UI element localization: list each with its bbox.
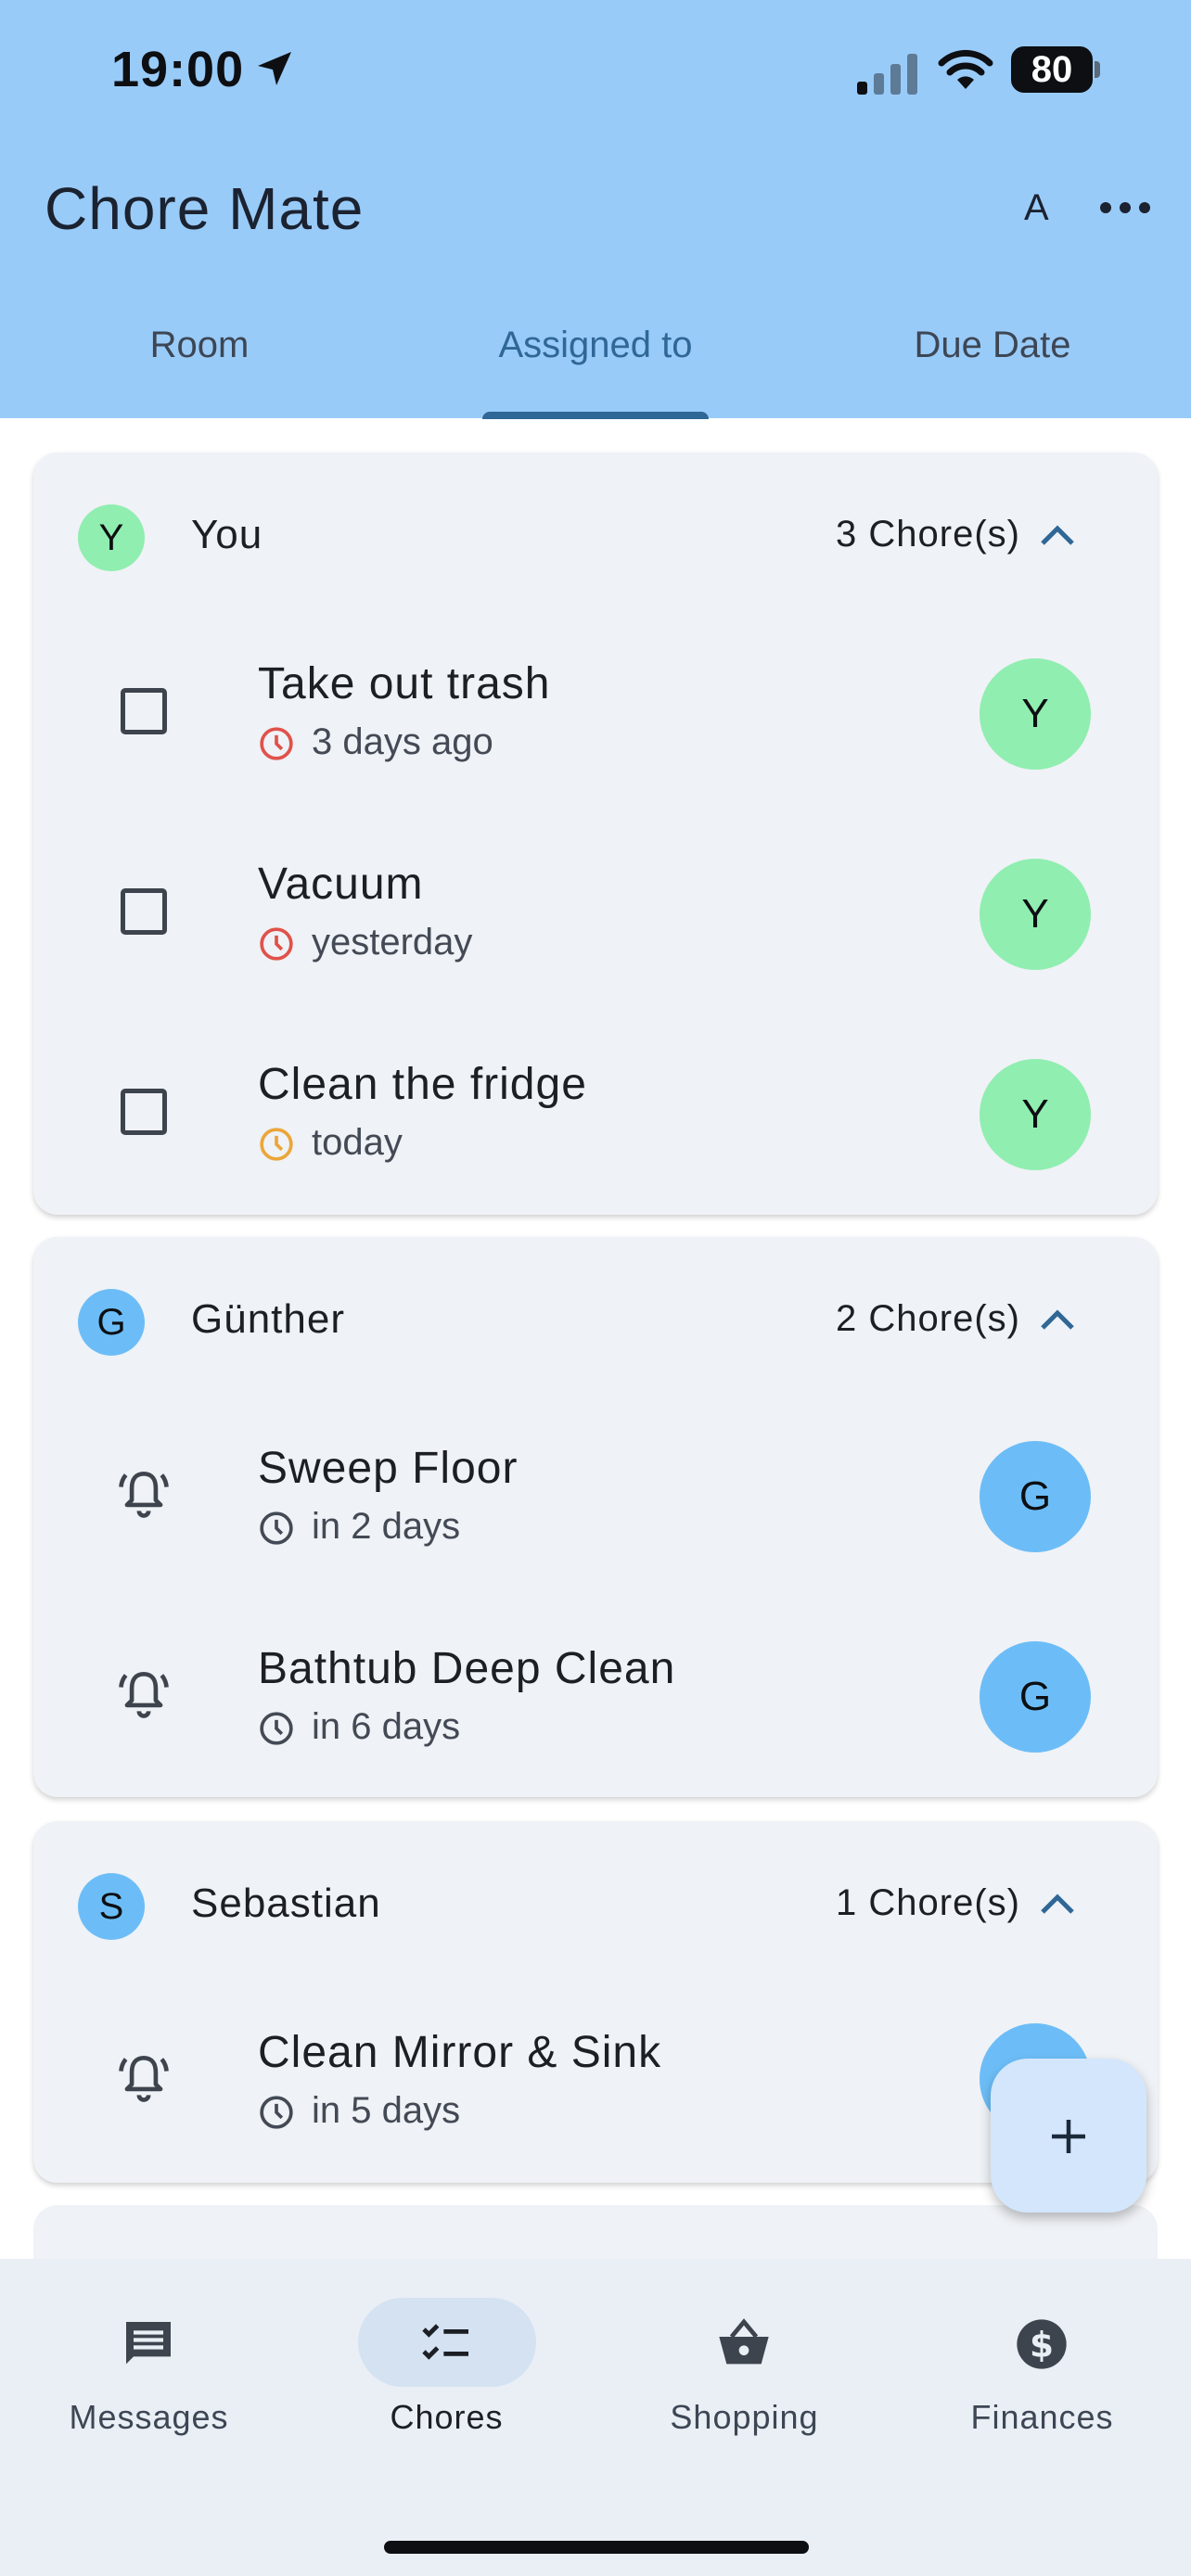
app-bar: 19:00 80 Chore Mate A Room Assigned to D… (0, 0, 1191, 419)
chore-count: 2 Chore(s) (836, 1298, 1020, 1339)
assignee-avatar[interactable]: G (980, 1641, 1091, 1753)
plus-icon (1052, 2120, 1085, 2153)
chore-title: Clean Mirror & Sink (258, 2028, 662, 2077)
clock-icon (260, 1511, 293, 1545)
chores-icon (422, 2324, 468, 2360)
group-avatar: Y (78, 504, 145, 571)
clock-icon (260, 927, 293, 961)
clock-icon (260, 1712, 293, 1745)
basket-icon (719, 2318, 769, 2365)
bell-icon[interactable] (115, 1463, 173, 1523)
battery-level: 80 (1031, 49, 1073, 90)
clock-icon (260, 1128, 293, 1161)
tab-room[interactable]: Room (83, 325, 315, 366)
messages-icon (126, 2322, 171, 2365)
group-card-sebastian: S Sebastian 1 Chore(s) Clean Mirror & Si… (33, 1821, 1158, 2183)
status-bar: 19:00 80 (0, 0, 1191, 139)
bell-icon[interactable] (115, 1664, 173, 1723)
chore-title: Take out trash (258, 659, 551, 708)
wifi-icon (938, 49, 993, 89)
nav-label: Finances (970, 2398, 1114, 2436)
chevron-up-icon[interactable] (1039, 1892, 1076, 1916)
chore-title: Sweep Floor (258, 1444, 519, 1493)
chore-checkbox[interactable] (121, 688, 167, 734)
svg-text:$: $ (1030, 2324, 1054, 2365)
nav-chores[interactable]: Chores (298, 2259, 596, 2444)
tab-assigned-to[interactable]: Assigned to (466, 325, 725, 366)
tab-due-date[interactable]: Due Date (872, 325, 1113, 366)
nav-label: Messages (69, 2398, 229, 2436)
clock-icon (260, 2096, 293, 2129)
assignee-avatar[interactable]: Y (980, 1059, 1091, 1170)
status-time: 19:00 (111, 42, 245, 97)
group-avatar: S (78, 1873, 145, 1940)
chore-title: Clean the fridge (258, 1060, 587, 1109)
chevron-up-icon[interactable] (1039, 1307, 1076, 1332)
font-size-button[interactable]: A (1024, 187, 1049, 229)
group-card-you: Y You 3 Chore(s) Take out trash 3 days a… (33, 453, 1158, 1215)
app-title: Chore Mate (45, 175, 365, 242)
chore-count: 1 Chore(s) (836, 1882, 1020, 1923)
chevron-up-icon[interactable] (1039, 523, 1076, 547)
bell-icon[interactable] (115, 2047, 173, 2107)
chore-count: 3 Chore(s) (836, 514, 1020, 555)
nav-finances[interactable]: $ Finances (893, 2259, 1191, 2444)
group-name: Sebastian (191, 1881, 381, 1926)
cellular-signal-icon (857, 54, 917, 95)
dollar-icon: $ (1017, 2319, 1067, 2369)
group-card-next (33, 2205, 1158, 2261)
nav-shopping[interactable]: Shopping (596, 2259, 893, 2444)
nav-label: Chores (390, 2398, 504, 2436)
chore-title: Bathtub Deep Clean (258, 1644, 676, 1693)
battery-icon: 80 (1011, 46, 1100, 93)
nav-label: Shopping (670, 2398, 819, 2436)
group-avatar: G (78, 1289, 145, 1356)
location-arrow-icon (258, 52, 291, 85)
assignee-avatar[interactable]: Y (980, 658, 1091, 770)
more-options-icon[interactable] (1100, 197, 1150, 219)
bottom-navigation: Messages Chores Shopping $ Finances (0, 2259, 1191, 2576)
add-chore-button[interactable] (991, 2059, 1146, 2213)
group-card-gunther: G Günther 2 Chore(s) Sweep Floor in 2 da… (33, 1237, 1158, 1797)
home-indicator[interactable] (384, 2541, 809, 2554)
group-name: You (191, 512, 263, 557)
clock-icon (260, 727, 293, 760)
assignee-avatar[interactable]: Y (980, 859, 1091, 970)
chore-checkbox[interactable] (121, 1089, 167, 1135)
active-tab-indicator (482, 412, 709, 419)
chore-title: Vacuum (258, 860, 424, 909)
group-name: Günther (191, 1296, 345, 1342)
nav-messages[interactable]: Messages (0, 2259, 298, 2444)
assignee-avatar[interactable]: G (980, 1441, 1091, 1552)
chore-checkbox[interactable] (121, 888, 167, 935)
